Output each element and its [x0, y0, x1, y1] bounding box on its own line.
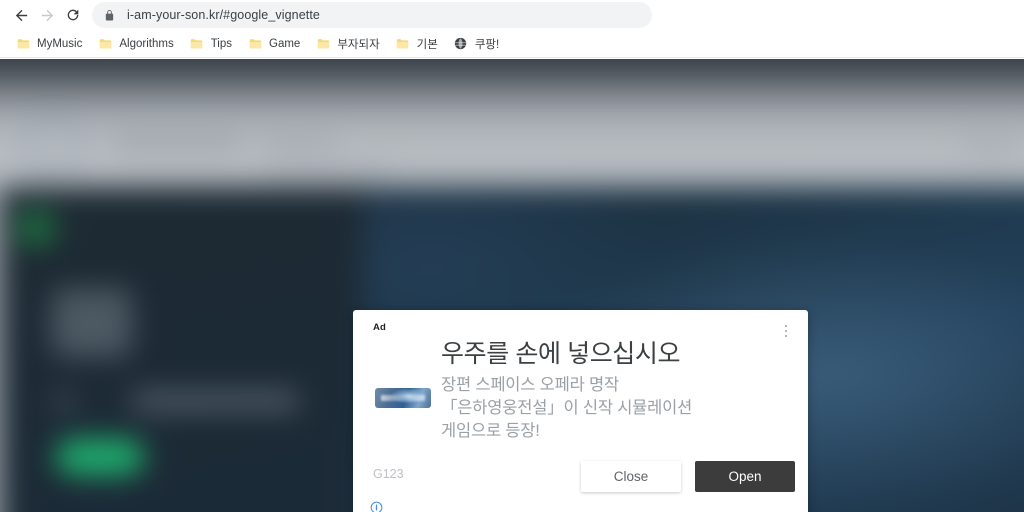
folder-icon: [97, 36, 113, 52]
bookmarks-bar: MyMusic Algorithms Tips Game 부자되자 기본 쿠팡!: [0, 30, 1024, 58]
forward-arrow-icon: [41, 9, 53, 21]
page-card-placeholder: [52, 289, 132, 357]
ad-description-line: 장편 스페이스 오페라 명작: [441, 375, 619, 394]
page-cta-button-placeholder: [56, 439, 144, 475]
advertiser-name: G123: [373, 467, 404, 481]
ad-description-line: 「은하영웅전설」이 신작 시뮬레이션: [441, 398, 693, 417]
bookmark-item-bujadweja[interactable]: 부자되자: [308, 33, 386, 55]
globe-icon: [453, 36, 469, 52]
bookmark-label: Algorithms: [119, 37, 174, 50]
bookmark-label: 쿠팡!: [474, 38, 500, 51]
more-vert-icon[interactable]: [778, 322, 794, 340]
folder-glyph-icon: [99, 38, 112, 49]
folder-glyph-icon: [396, 38, 409, 49]
site-header-action-placeholder: [962, 137, 1018, 155]
info-glyph-icon: [370, 501, 383, 512]
ad-detail-row: 장편 스페이스 오페라 명작 「은하영웅전설」이 신작 시뮬레이션 게임으로 등…: [353, 374, 808, 444]
bookmark-label: 부자되자: [337, 38, 380, 51]
ad-choices-info-icon[interactable]: [370, 501, 383, 512]
bookmark-item-coupang[interactable]: 쿠팡!: [446, 33, 506, 55]
reload-button[interactable]: [60, 2, 86, 28]
ad-thumbnail[interactable]: [371, 381, 435, 416]
ad-badge: Ad: [373, 322, 387, 333]
page-text-placeholder: [130, 391, 300, 411]
url-text: i-am-your-son.kr/#google_vignette: [127, 8, 320, 22]
web-page-content: Ad 우주를 손에 넣으십시오 장편 스페이스 오페라 명작 「은하영웅전설」이…: [0, 59, 1024, 512]
google-vignette-ad: Ad 우주를 손에 넣으십시오 장편 스페이스 오페라 명작 「은하영웅전설」이…: [353, 310, 808, 512]
bookmark-label: Game: [269, 37, 301, 50]
back-button[interactable]: [8, 2, 34, 28]
page-brand-mark: [18, 211, 54, 245]
folder-glyph-icon: [191, 38, 203, 49]
close-button[interactable]: Close: [581, 461, 681, 492]
folder-glyph-icon: [317, 38, 330, 49]
browser-window: i-am-your-son.kr/#google_vignette MyMusi…: [0, 0, 1024, 512]
forward-button[interactable]: [34, 2, 60, 28]
bookmark-label: MyMusic: [37, 37, 83, 50]
menu-dot: [784, 329, 788, 333]
address-bar[interactable]: i-am-your-son.kr/#google_vignette: [92, 2, 652, 28]
lock-glyph-icon: [105, 9, 114, 21]
bookmark-item-algorithms[interactable]: Algorithms: [90, 33, 180, 55]
folder-glyph-icon: [17, 38, 29, 49]
ad-description-line: 게임으로 등장!: [441, 422, 540, 441]
reload-icon: [67, 9, 79, 21]
bookmark-label: Tips: [210, 37, 233, 50]
site-title-placeholder: [112, 135, 242, 151]
globe-glyph-icon: [455, 37, 467, 50]
ad-action-buttons: Close Open: [581, 461, 795, 492]
folder-icon: [395, 36, 411, 52]
ad-thumbnail-art: [375, 387, 431, 408]
site-meta-placeholder: [260, 165, 390, 177]
folder-icon: [247, 36, 263, 52]
back-arrow-icon: [15, 9, 27, 21]
menu-dot: [784, 324, 788, 328]
site-subtitle-placeholder: [260, 137, 338, 150]
page-text-placeholder-small: [52, 393, 76, 410]
ad-content: 우주를 손에 넣으십시오 장편 스페이스 오페라 명작 「은하영웅전설」이 신작…: [353, 340, 808, 444]
bookmark-item-tips[interactable]: Tips: [182, 33, 239, 55]
bookmark-item-gibon[interactable]: 기본: [388, 33, 445, 55]
site-logo-placeholder: [22, 115, 84, 173]
site-top-band: [0, 59, 1024, 107]
folder-icon: [15, 36, 31, 52]
browser-toolbar: i-am-your-son.kr/#google_vignette: [0, 0, 1024, 30]
lock-icon[interactable]: [104, 9, 118, 22]
folder-icon: [315, 36, 331, 52]
bookmark-label: 기본: [416, 38, 438, 51]
folder-glyph-icon: [249, 38, 261, 49]
menu-dot: [784, 334, 788, 338]
ad-headline: 우주를 손에 넣으십시오: [441, 340, 681, 368]
folder-icon: [189, 36, 205, 52]
bookmark-item-mymusic[interactable]: MyMusic: [8, 33, 89, 55]
ad-description: 장편 스페이스 오페라 명작 「은하영웅전설」이 신작 시뮬레이션 게임으로 등…: [441, 374, 794, 444]
open-button[interactable]: Open: [695, 461, 795, 492]
bookmark-item-game[interactable]: Game: [240, 33, 307, 55]
